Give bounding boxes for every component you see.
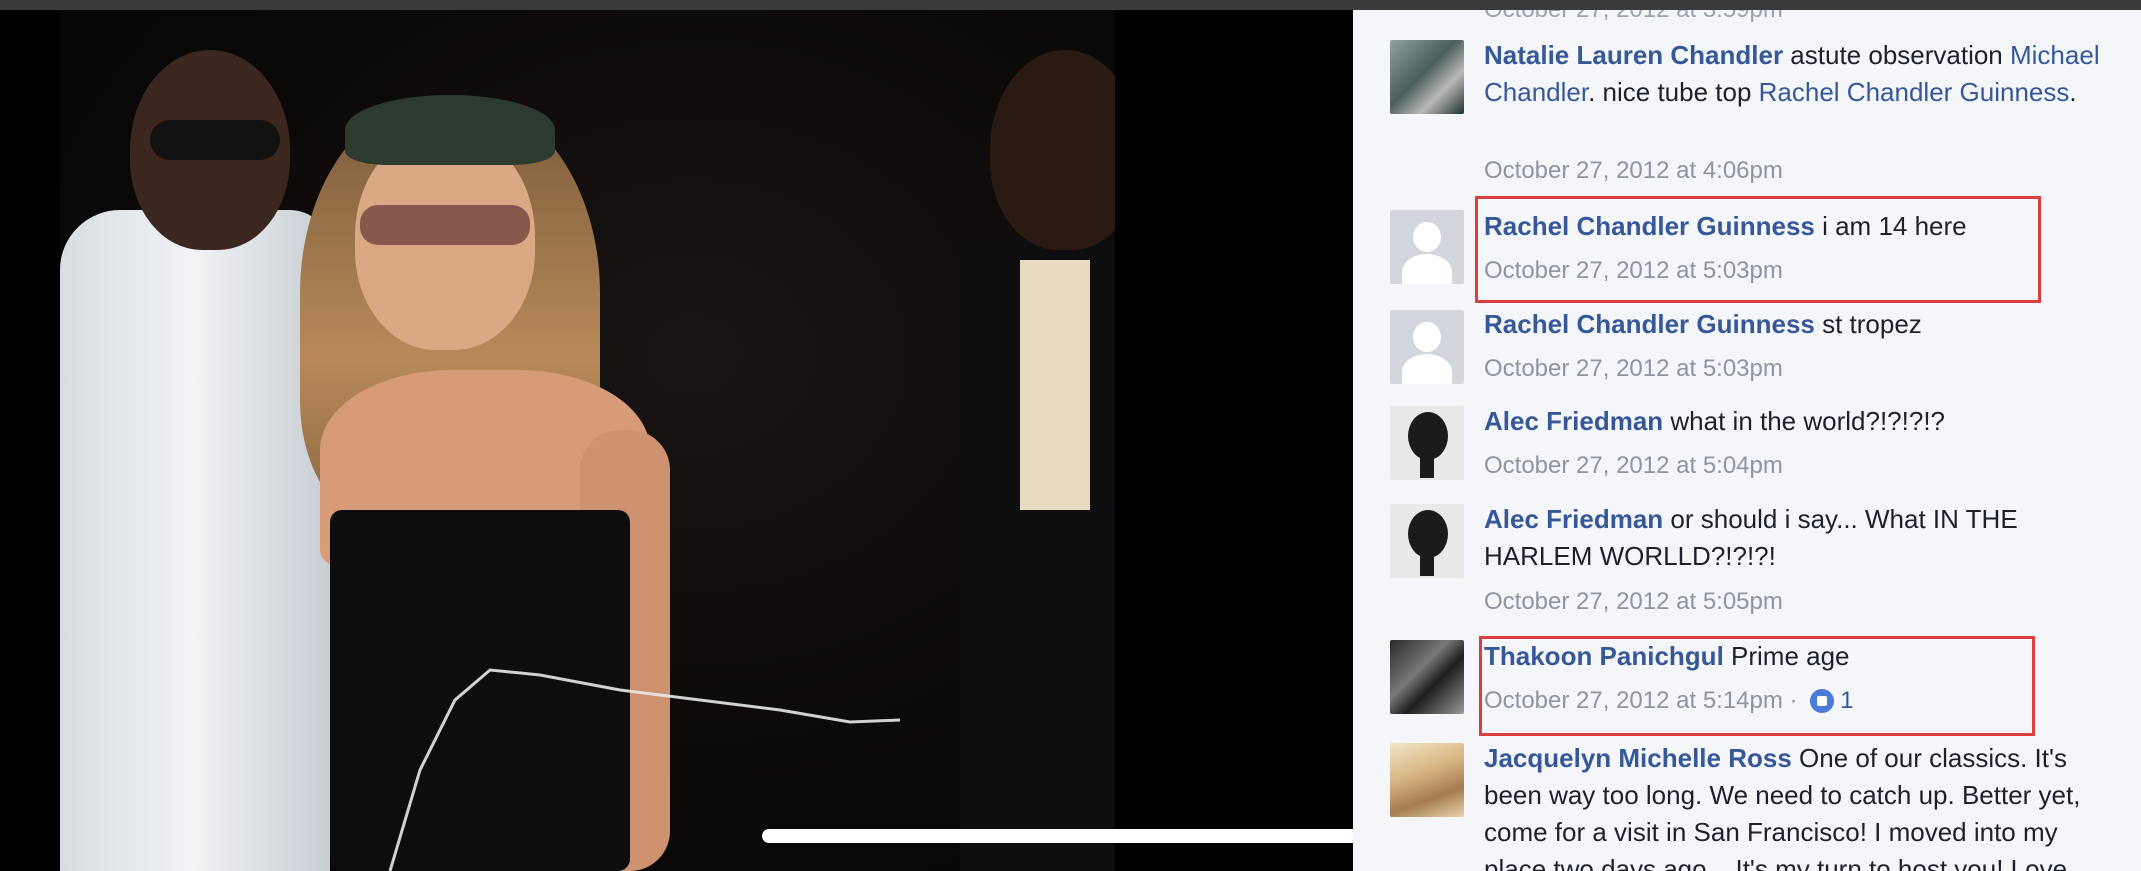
comment-body: Rachel Chandler Guinness i am 14 here	[1484, 208, 2124, 245]
top-bar	[0, 0, 2141, 10]
comment-timestamp[interactable]: October 27, 2012 at 5:05pm	[1484, 588, 1783, 616]
comment-body: Alec Friedman or should i say... What IN…	[1484, 501, 2084, 575]
comment-timestamp[interactable]: October 27, 2012 at 5:03pm	[1484, 257, 1783, 285]
comment-meta: October 27, 2012 at 5:14pm · 1	[1484, 687, 1854, 715]
comment-text: . nice tube top	[1588, 77, 1759, 107]
comment-text: Prime age	[1723, 641, 1850, 671]
comment-text: what in the world?!?!?!?	[1663, 406, 1946, 436]
comment-body: Rachel Chandler Guinness st tropez	[1484, 306, 2124, 343]
avatar[interactable]	[1390, 40, 1464, 114]
avatar[interactable]	[1390, 743, 1464, 817]
comments-panel[interactable]: October 27, 2012 at 3:59pm Natalie Laure…	[1353, 10, 2141, 871]
comment-text: i am 14 here	[1814, 211, 1967, 241]
comment-body: Alec Friedman what in the world?!?!?!?	[1484, 403, 2124, 440]
comment-text: astute observation	[1783, 40, 2010, 70]
comment-author[interactable]: Rachel Chandler Guinness	[1484, 309, 1815, 339]
comment-body: Jacquelyn Michelle Ross One of our class…	[1484, 740, 2124, 871]
avatar[interactable]	[1390, 504, 1464, 578]
avatar[interactable]	[1390, 310, 1464, 384]
photo-crease	[388, 668, 901, 871]
comment-body: Thakoon Panichgul Prime age	[1484, 638, 2124, 675]
comment-author[interactable]: Jacquelyn Michelle Ross	[1484, 743, 1792, 773]
comment-timestamp[interactable]: October 27, 2012 at 4:06pm	[1484, 157, 1783, 185]
scroll-indicator[interactable]	[762, 829, 1392, 843]
comment-author[interactable]: Alec Friedman	[1484, 406, 1663, 436]
like-count-value: 1	[1840, 687, 1854, 714]
mention-link[interactable]: Rachel Chandler Guinness	[1759, 77, 2070, 107]
photo[interactable]	[60, 10, 1115, 871]
comment-timestamp: October 27, 2012 at 3:59pm	[1484, 10, 1783, 24]
comment-timestamp[interactable]: October 27, 2012 at 5:14pm	[1484, 687, 1783, 714]
comment-text: .	[2069, 77, 2077, 107]
comment-body: Natalie Lauren Chandler astute observati…	[1484, 37, 2124, 111]
avatar[interactable]	[1390, 210, 1464, 284]
comment-author[interactable]: Natalie Lauren Chandler	[1484, 40, 1783, 70]
comment-author[interactable]: Alec Friedman	[1484, 504, 1663, 534]
comment-author[interactable]: Thakoon Panichgul	[1484, 641, 1724, 671]
separator: ·	[1789, 687, 1798, 714]
comment-author[interactable]: Rachel Chandler Guinness	[1484, 211, 1815, 241]
comment-timestamp[interactable]: October 27, 2012 at 5:03pm	[1484, 355, 1783, 383]
avatar[interactable]	[1390, 406, 1464, 480]
like-count[interactable]: 1	[1810, 687, 1854, 715]
avatar[interactable]	[1390, 640, 1464, 714]
comment-text: st tropez	[1814, 309, 1922, 339]
like-icon	[1810, 689, 1835, 713]
comment-timestamp[interactable]: October 27, 2012 at 5:04pm	[1484, 452, 1783, 480]
photo-viewer[interactable]	[0, 10, 1353, 871]
